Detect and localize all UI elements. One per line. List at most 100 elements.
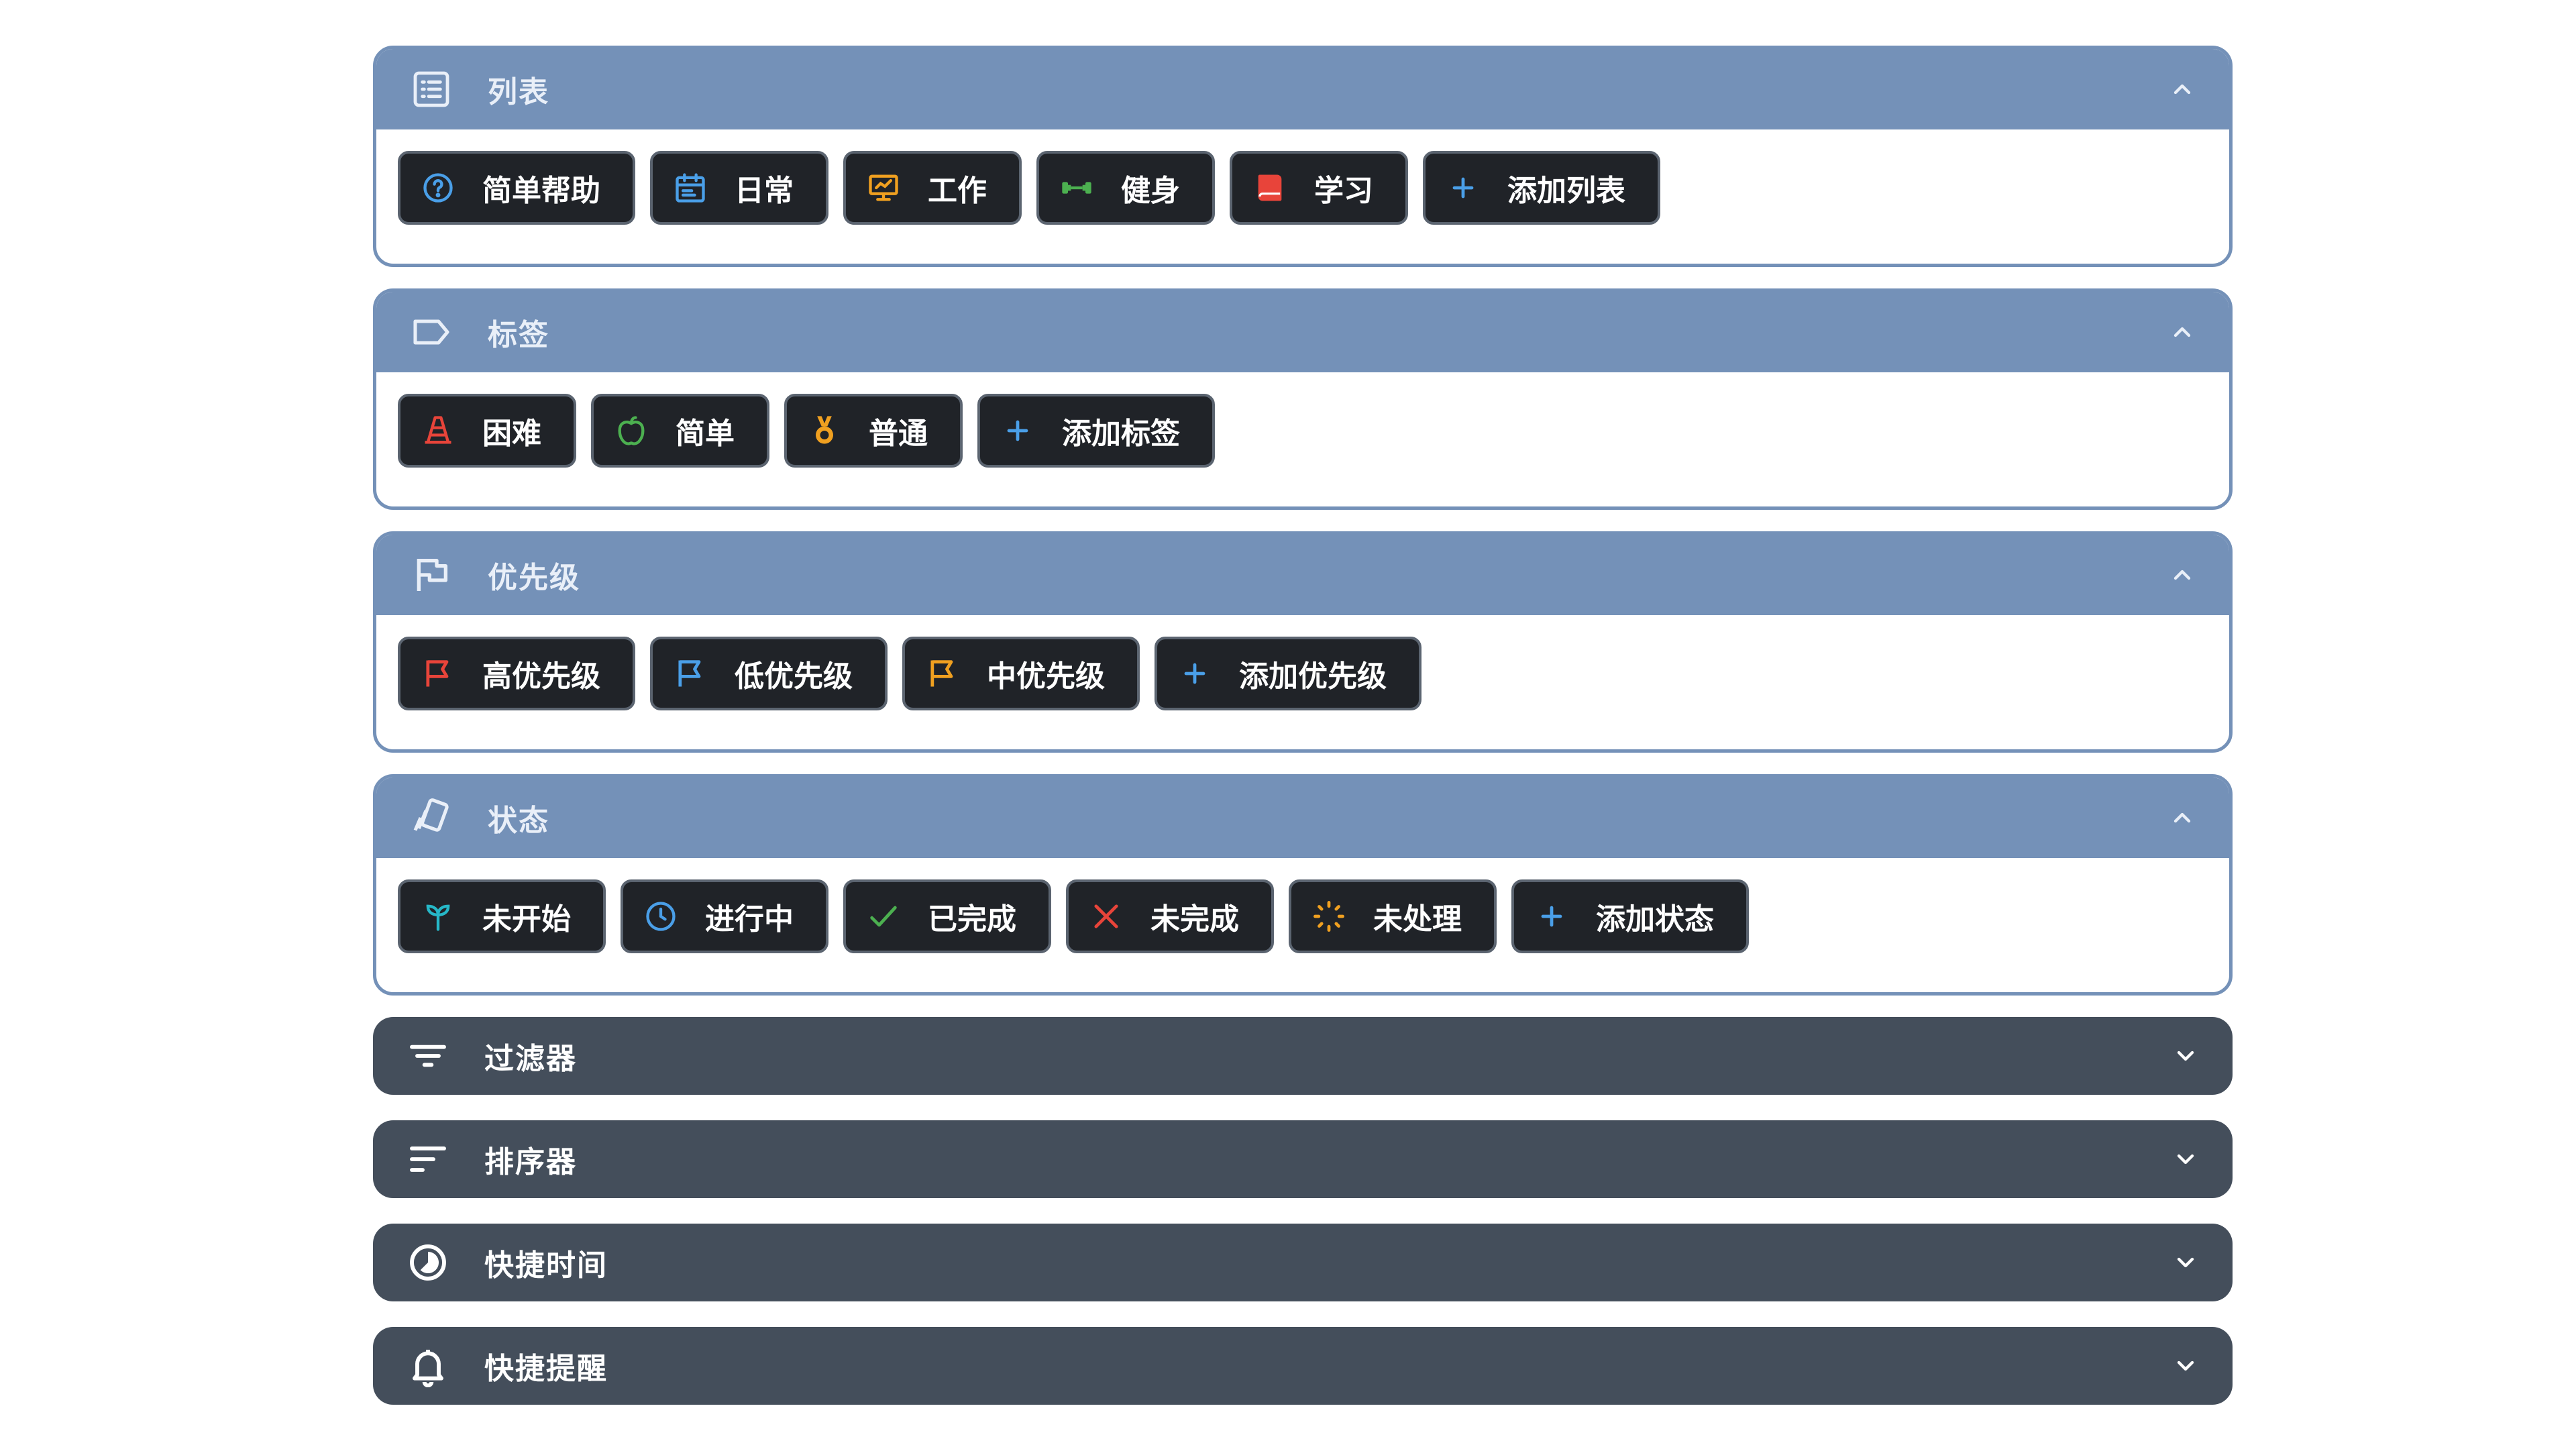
tags-panel: 标签 困难 简单 普通 添加标签 xyxy=(373,288,2233,510)
lists-items: 简单帮助 日常 工作 健身 学习 添加列表 xyxy=(376,129,2229,225)
status-chip-in-progress[interactable]: 进行中 xyxy=(621,879,828,953)
add-tag-label: 添加标签 xyxy=(1062,417,1180,451)
lists-panel-title: 列表 xyxy=(488,75,549,109)
add-list-button[interactable]: 添加列表 xyxy=(1423,151,1660,225)
list-chip-label: 日常 xyxy=(735,174,794,208)
cards-icon xyxy=(410,796,453,839)
priority-chip-high[interactable]: 高优先级 xyxy=(398,637,635,710)
status-chip-label: 未开始 xyxy=(482,902,571,936)
sort-icon xyxy=(407,1138,449,1181)
quick-reminder-panel-title: 快捷提醒 xyxy=(484,1352,608,1386)
close-icon xyxy=(1089,899,1124,934)
plus-icon xyxy=(1446,170,1481,205)
calendar-icon xyxy=(673,170,708,205)
tag-chip-label: 简单 xyxy=(676,417,735,451)
chevron-down-icon[interactable] xyxy=(2169,1350,2202,1382)
priority-chip-label: 中优先级 xyxy=(987,659,1105,694)
chevron-up-icon[interactable] xyxy=(2166,316,2198,348)
clock-icon xyxy=(643,899,678,934)
add-status-button[interactable]: 添加状态 xyxy=(1511,879,1749,953)
sprout-icon xyxy=(421,899,455,934)
add-priority-label: 添加优先级 xyxy=(1239,659,1387,694)
apple-icon xyxy=(614,413,649,448)
tag-icon xyxy=(410,311,453,354)
priority-chip-medium[interactable]: 中优先级 xyxy=(902,637,1140,710)
flag-icon xyxy=(925,656,960,691)
status-chip-not-started[interactable]: 未开始 xyxy=(398,879,606,953)
chevron-down-icon[interactable] xyxy=(2169,1040,2202,1072)
list-chip-label: 健身 xyxy=(1121,174,1180,208)
list-chip-label: 简单帮助 xyxy=(482,174,600,208)
book-icon xyxy=(1252,170,1287,205)
quick-time-panel[interactable]: 快捷时间 xyxy=(373,1224,2233,1301)
lists-panel: 列表 简单帮助 日常 工作 健身 学习 添加列表 xyxy=(373,46,2233,267)
help-circle-icon xyxy=(421,170,455,205)
priorities-panel-header[interactable]: 优先级 xyxy=(376,535,2229,615)
tags-panel-title: 标签 xyxy=(488,318,549,352)
filters-panel-title: 过滤器 xyxy=(484,1042,577,1076)
tag-chip-normal[interactable]: 普通 xyxy=(784,394,963,468)
chevron-up-icon[interactable] xyxy=(2166,802,2198,834)
priorities-panel: 优先级 高优先级 低优先级 中优先级 添加优先级 xyxy=(373,531,2233,753)
filters-panel-header[interactable]: 过滤器 xyxy=(373,1017,2233,1095)
plus-icon xyxy=(1000,413,1035,448)
sorters-panel-title: 排序器 xyxy=(484,1145,577,1179)
statuses-items: 未开始 进行中 已完成 未完成 未处理 添加状态 xyxy=(376,858,2229,953)
list-chip-work[interactable]: 工作 xyxy=(843,151,1022,225)
status-chip-incomplete[interactable]: 未完成 xyxy=(1066,879,1274,953)
quick-reminder-panel[interactable]: 快捷提醒 xyxy=(373,1327,2233,1405)
tags-panel-header[interactable]: 标签 xyxy=(376,292,2229,372)
chevron-down-icon[interactable] xyxy=(2169,1143,2202,1175)
list-icon xyxy=(410,68,453,111)
check-icon xyxy=(866,899,901,934)
chevron-up-icon[interactable] xyxy=(2166,73,2198,105)
quick-reminder-panel-header[interactable]: 快捷提醒 xyxy=(373,1327,2233,1405)
presentation-icon xyxy=(866,170,901,205)
list-chip-simple-help[interactable]: 简单帮助 xyxy=(398,151,635,225)
sorters-panel-header[interactable]: 排序器 xyxy=(373,1120,2233,1198)
timer-icon xyxy=(407,1241,449,1284)
chevron-up-icon[interactable] xyxy=(2166,559,2198,591)
bell-icon xyxy=(407,1344,449,1387)
flag-icon xyxy=(421,656,455,691)
tag-chip-hard[interactable]: 困难 xyxy=(398,394,576,468)
priority-chip-label: 高优先级 xyxy=(482,659,600,694)
status-chip-label: 未处理 xyxy=(1373,902,1462,936)
statuses-panel: 状态 未开始 进行中 已完成 未完成 未处理 添加状态 xyxy=(373,774,2233,996)
settings-container: 列表 简单帮助 日常 工作 健身 学习 添加列表 标签 困难 简单 普通 添加标… xyxy=(373,46,2233,1430)
add-priority-button[interactable]: 添加优先级 xyxy=(1155,637,1421,710)
statuses-panel-title: 状态 xyxy=(488,804,549,838)
filter-icon xyxy=(407,1034,449,1077)
tags-items: 困难 简单 普通 添加标签 xyxy=(376,372,2229,468)
statuses-panel-header[interactable]: 状态 xyxy=(376,777,2229,858)
tag-chip-label: 普通 xyxy=(869,417,928,451)
add-list-label: 添加列表 xyxy=(1507,174,1625,208)
status-chip-label: 进行中 xyxy=(705,902,794,936)
medal-icon xyxy=(807,413,842,448)
dumbbell-icon xyxy=(1059,170,1094,205)
priority-chip-label: 低优先级 xyxy=(735,659,853,694)
chevron-down-icon[interactable] xyxy=(2169,1246,2202,1279)
tag-chip-label: 困难 xyxy=(482,417,541,451)
flag-icon xyxy=(410,553,453,596)
priority-chip-low[interactable]: 低优先级 xyxy=(650,637,888,710)
list-chip-label: 学习 xyxy=(1314,174,1373,208)
plus-icon xyxy=(1534,899,1569,934)
loading-icon xyxy=(1311,899,1346,934)
priorities-panel-title: 优先级 xyxy=(488,561,580,595)
tag-chip-easy[interactable]: 简单 xyxy=(591,394,769,468)
plus-icon xyxy=(1177,656,1212,691)
filters-panel[interactable]: 过滤器 xyxy=(373,1017,2233,1095)
list-chip-fitness[interactable]: 健身 xyxy=(1036,151,1215,225)
list-chip-daily[interactable]: 日常 xyxy=(650,151,828,225)
status-chip-unhandled[interactable]: 未处理 xyxy=(1289,879,1497,953)
sorters-panel[interactable]: 排序器 xyxy=(373,1120,2233,1198)
priorities-items: 高优先级 低优先级 中优先级 添加优先级 xyxy=(376,615,2229,710)
lists-panel-header[interactable]: 列表 xyxy=(376,49,2229,129)
list-chip-label: 工作 xyxy=(928,174,987,208)
add-tag-button[interactable]: 添加标签 xyxy=(977,394,1215,468)
status-chip-completed[interactable]: 已完成 xyxy=(843,879,1051,953)
status-chip-label: 已完成 xyxy=(928,902,1016,936)
quick-time-panel-header[interactable]: 快捷时间 xyxy=(373,1224,2233,1301)
list-chip-study[interactable]: 学习 xyxy=(1230,151,1408,225)
